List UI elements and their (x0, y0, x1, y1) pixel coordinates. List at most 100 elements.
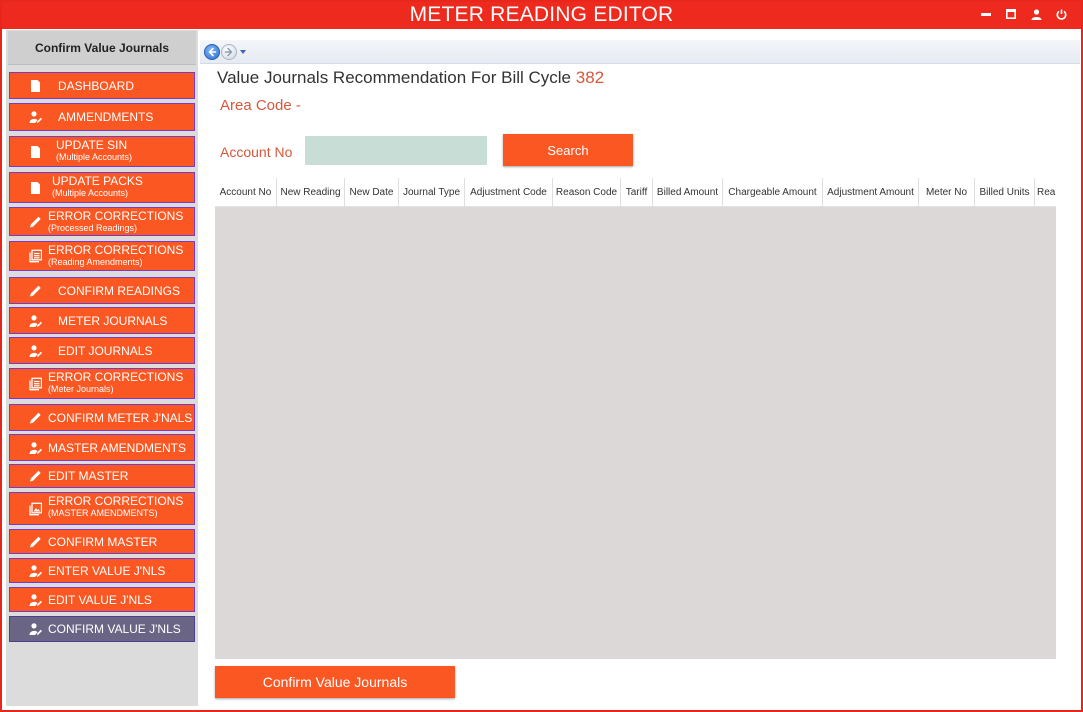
sidebar-item-title: ERROR CORRECTIONS (48, 494, 184, 508)
back-arrow-icon[interactable] (204, 44, 220, 60)
account-no-label: Account No (220, 144, 293, 160)
window-controls (980, 7, 1067, 21)
value-journals-grid: Account No New Reading New Date Journal Typ… (215, 178, 1056, 659)
sidebar-item-sublabel: (Multiple Accounts) (52, 188, 129, 198)
minimize-icon[interactable] (980, 7, 992, 21)
forward-arrow-icon[interactable] (221, 44, 237, 60)
column-header-new-date[interactable]: New Date (345, 178, 399, 207)
page-title-text: Value Journals Recommendation For Bill C… (217, 68, 572, 87)
column-header-new-reading[interactable]: New Reading (277, 178, 345, 207)
user-edit-icon (29, 564, 42, 577)
sidebar-item-label: ERROR CORRECTIONS (Meter Journals) (48, 370, 184, 395)
sidebar-item-dashboard[interactable]: DASHBOARD (9, 72, 195, 99)
app-window: METER READING EDITOR Confirm Value Journ… (0, 0, 1083, 712)
sidebar-item-confirm-readings[interactable]: CONFIRM READINGS (9, 277, 195, 304)
column-header-adjustment-code[interactable]: Adjustment Code (465, 178, 553, 207)
pencil-icon (29, 411, 42, 424)
sidebar-item-sublabel: (Meter Journals) (48, 384, 114, 394)
sidebar-item-title: EDIT MASTER (48, 469, 129, 483)
sidebar-item-sublabel: (MASTER AMENDMENTS) (48, 508, 158, 518)
column-header-adjustment-amount[interactable]: Adjustment Amount (823, 178, 919, 207)
document-icon (29, 79, 42, 92)
sidebar-item-title: MASTER AMENDMENTS (48, 440, 187, 455)
history-dropdown-icon[interactable] (240, 50, 246, 54)
sidebar-item-master-amendments[interactable]: MASTER AMENDMENTS (9, 434, 195, 461)
app-title: METER READING EDITOR (409, 3, 674, 26)
sidebar-item-title: ENTER VALUE J'NLS (48, 563, 166, 578)
power-icon[interactable] (1055, 7, 1067, 21)
sidebar-item-label: ENTER VALUE J'NLS (48, 564, 165, 578)
sidebar-item-title: CONFIRM METER J'NALS (48, 410, 193, 425)
column-header-billed-units[interactable]: Billed Units (975, 178, 1035, 207)
sidebar-item-ammendments[interactable]: AMMENDMENTS (9, 103, 195, 131)
sidebar-item-label: UPDATE PACKS (Multiple Accounts) (52, 175, 143, 199)
account-no-input[interactable] (305, 136, 487, 165)
sidebar-item-title: ERROR CORRECTIONS (48, 243, 184, 257)
sidebar-item-confirm-meter-j-nals[interactable]: CONFIRM METER J'NALS (9, 404, 195, 431)
grid-header-row: Account No New Reading New Date Journal Typ… (215, 178, 1056, 207)
sidebar-item-edit-master[interactable]: EDIT MASTER (9, 464, 195, 488)
sidebar-item-error-corrections[interactable]: ERROR CORRECTIONS (Reading Amendments) (9, 241, 195, 271)
sidebar-item-label: ERROR CORRECTIONS (Processed Readings) (48, 209, 184, 234)
sidebar-item-edit-journals[interactable]: EDIT JOURNALS (9, 337, 195, 364)
sidebar-item-label: ERROR CORRECTIONS (Reading Amendments) (48, 243, 184, 268)
sidebar-item-label: UPDATE SIN (Multiple Accounts) (56, 138, 132, 163)
document-icon (29, 145, 42, 158)
column-header-meter-no[interactable]: Meter No (919, 178, 975, 207)
sidebar-item-error-corrections[interactable]: ERROR CORRECTIONS (Processed Readings) (9, 207, 195, 236)
sidebar-item-title: METER JOURNALS (58, 313, 168, 328)
sidebar-item-confirm-master[interactable]: CONFIRM MASTER (9, 529, 195, 554)
column-header-account-no[interactable]: Account No (215, 178, 277, 207)
user-edit-icon (29, 441, 42, 454)
sidebar-item-label: CONFIRM MASTER (48, 535, 157, 549)
sidebar-item-title: CONFIRM READINGS (58, 283, 181, 298)
user-edit-icon (29, 111, 42, 124)
sidebar-item-sublabel: (Reading Amendments) (48, 257, 143, 267)
sidebar-item-title: CONFIRM VALUE J'NLS (48, 622, 181, 636)
sidebar-item-error-corrections[interactable]: ERROR CORRECTIONS (MASTER AMENDMENTS) (9, 492, 195, 525)
sidebar-item-edit-value-j-nls[interactable]: EDIT VALUE J'NLS (9, 587, 195, 612)
sidebar-item-update-packs[interactable]: UPDATE PACKS (Multiple Accounts) (9, 172, 195, 203)
column-header-journal-type[interactable]: Journal Type (399, 178, 465, 207)
user-icon[interactable] (1030, 7, 1042, 21)
document-icon (29, 181, 42, 194)
sidebar-item-confirm-value-j-nls[interactable]: CONFIRM VALUE J'NLS (9, 616, 195, 642)
sidebar-item-error-corrections[interactable]: ERROR CORRECTIONS (Meter Journals) (9, 368, 195, 399)
search-button[interactable]: Search (503, 134, 633, 166)
column-header-rea[interactable]: Rea (1035, 178, 1056, 207)
column-header-chargeable-amount[interactable]: Chargeable Amount (723, 178, 823, 207)
sidebar-header: Confirm Value Journals (8, 31, 196, 65)
sidebar-item-label: ERROR CORRECTIONS (MASTER AMENDMENTS) (48, 494, 184, 519)
sidebar-item-title: ERROR CORRECTIONS (48, 370, 184, 384)
sidebar-item-meter-journals[interactable]: METER JOURNALS (9, 307, 195, 334)
pencil-icon (29, 284, 42, 297)
list-icon (29, 377, 43, 390)
page-title: Value Journals Recommendation For Bill C… (217, 68, 604, 88)
pencil-icon (29, 470, 42, 483)
sidebar-item-enter-value-j-nls[interactable]: ENTER VALUE J'NLS (9, 558, 195, 583)
sidebar-item-title: AMMENDMENTS (58, 110, 154, 124)
pencil-icon (29, 215, 42, 228)
column-header-reason-code[interactable]: Reason Code (553, 178, 621, 207)
confirm-value-journals-button[interactable]: Confirm Value Journals (215, 666, 455, 698)
sidebar-item-label: METER JOURNALS (58, 314, 167, 328)
sidebar-item-title: EDIT VALUE J'NLS (48, 592, 152, 607)
column-header-billed-amount[interactable]: Billed Amount (653, 178, 723, 207)
user-edit-icon (29, 314, 42, 327)
user-edit-icon (29, 593, 42, 606)
image-list-icon (29, 502, 43, 515)
sidebar-item-title: EDIT JOURNALS (58, 343, 153, 358)
column-header-tariff[interactable]: Tariff (621, 178, 653, 207)
sidebar: Confirm Value Journals DASHBOARD AMMENDME… (6, 30, 198, 706)
sidebar-item-title: ERROR CORRECTIONS (48, 209, 184, 223)
sidebar-item-label: MASTER AMENDMENTS (48, 441, 186, 455)
maximize-icon[interactable] (1005, 7, 1017, 21)
nav-arrows (204, 44, 246, 60)
sidebar-item-label: AMMENDMENTS (58, 110, 153, 124)
sidebar-item-title: UPDATE SIN (56, 138, 128, 152)
sidebar-item-update-sin[interactable]: UPDATE SIN (Multiple Accounts) (9, 136, 195, 167)
sidebar-item-label: CONFIRM METER J'NALS (48, 411, 192, 425)
user-edit-icon (29, 623, 42, 636)
nav-toolbar (200, 40, 1080, 64)
user-edit-icon (29, 344, 42, 357)
